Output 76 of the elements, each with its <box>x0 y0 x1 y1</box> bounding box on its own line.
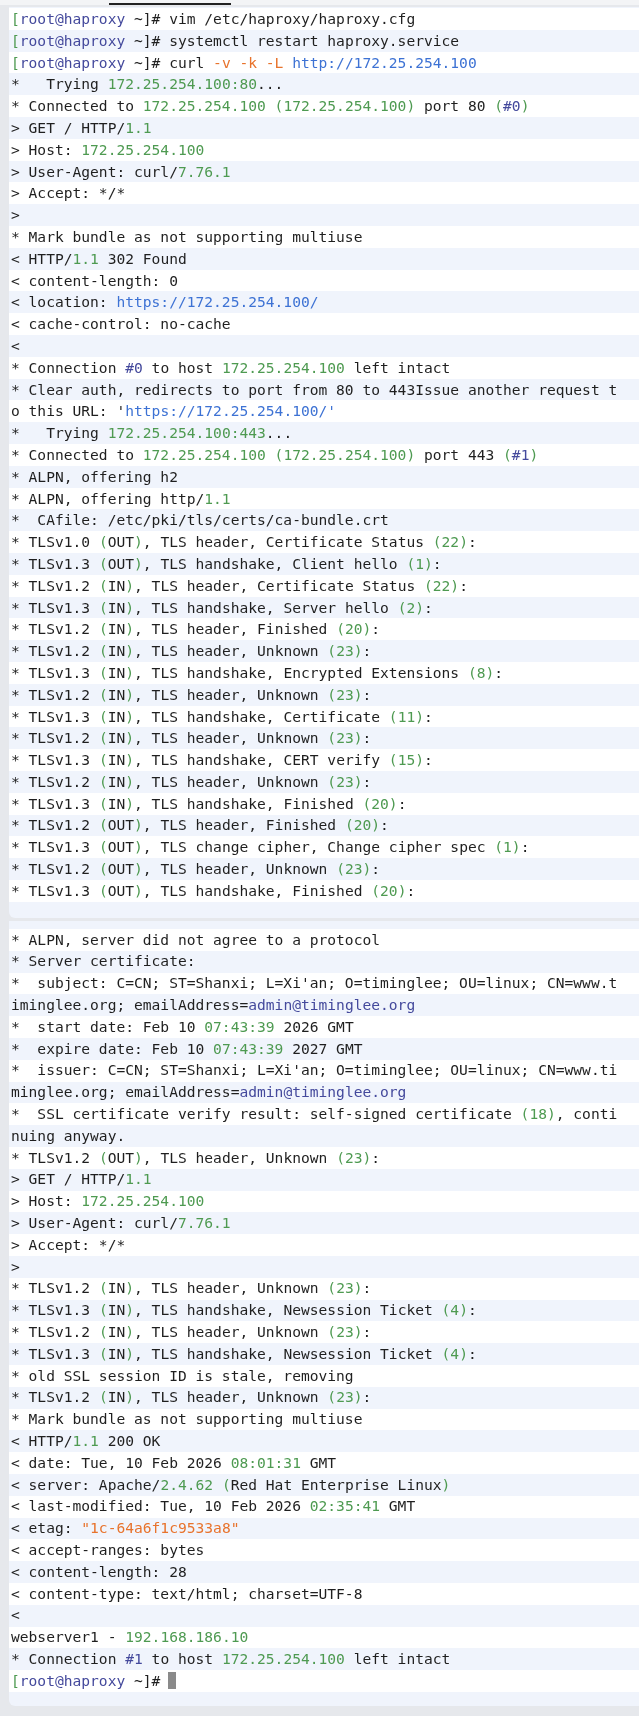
terminal-line: * expire date: Feb 10 07:43:39 2027 GMT <box>11 1038 363 1059</box>
terminal-line: [root@haproxy ~]# systemctl restart haproxy.service <box>11 30 460 51</box>
terminal-line: < HTTP/1.1 302 Found <box>11 248 187 269</box>
terminal-line: * Trying 172.25.254.100:443... <box>11 423 293 444</box>
terminal-line: * subject: C=CN; ST=Shanxi; L=Xi'an; O=timinglee; OU=linux; CN=www.t <box>11 973 618 994</box>
terminal-line: < location: https://172.25.254.100/ <box>11 292 319 313</box>
terminal-line: [root@haproxy ~]# curl -v -k -L http://172.25.254.100 <box>11 52 477 73</box>
terminal-line: < content-length: 0 <box>11 270 178 291</box>
terminal-line: < last-modified: Tue, 10 Feb 2026 02:35:41 GMT <box>11 1496 416 1517</box>
terminal-line: * Clear auth, redirects to port from 80 to 443Issue another request t <box>11 379 618 400</box>
terminal-line: * Connected to 172.25.254.100 (172.25.254.100) port 80 (#0) <box>11 96 530 117</box>
terminal-line: * TLSv1.2 (OUT), TLS header, Finished (20): <box>11 815 389 836</box>
terminal-line: nuing anyway. <box>11 1125 126 1146</box>
terminal-line: * TLSv1.3 (IN), TLS handshake, Newsession Ticket (4): <box>11 1343 477 1364</box>
terminal-line: > GET / HTTP/1.1 <box>11 118 152 138</box>
terminal-line: iminglee.org; emailAddress=admin@timinglee.org <box>11 995 416 1016</box>
terminal-line: * TLSv1.2 (IN), TLS header, Unknown (23): <box>11 1278 372 1299</box>
terminal-line: * TLSv1.3 (OUT), TLS handshake, Client hello (1): <box>11 553 442 574</box>
terminal-line: < content-length: 28 <box>11 1561 187 1582</box>
terminal-line: * TLSv1.2 (IN), TLS header, Unknown (23): <box>11 641 372 662</box>
terminal-line: > Host: 172.25.254.100 <box>11 139 205 160</box>
terminal-line: * TLSv1.2 (IN), TLS header, Unknown (23): <box>11 684 372 705</box>
terminal-line: [root@haproxy ~]# <box>11 1670 161 1691</box>
terminal-line: > <box>11 1256 20 1277</box>
terminal-line: [root@haproxy ~]# vim /etc/haproxy/haproxy.cfg <box>11 9 416 29</box>
terminal-line: < content-type: text/html; charset=UTF-8 <box>11 1583 363 1604</box>
terminal-line: * TLSv1.2 (IN), TLS header, Unknown (23): <box>11 771 372 792</box>
terminal-line: * old SSL session ID is stale, removing <box>11 1365 354 1386</box>
terminal-line: < <box>11 1605 20 1626</box>
terminal-line: * TLSv1.2 (IN), TLS header, Unknown (23): <box>11 1322 372 1342</box>
terminal-line: * SSL certificate verify result: self-signed certificate (18), conti <box>11 1104 618 1125</box>
terminal-line: * TLSv1.2 (OUT), TLS header, Unknown (23): <box>11 1147 381 1168</box>
terminal-line: o this URL: 'https://172.25.254.100/' <box>11 401 337 422</box>
terminal-line: * TLSv1.2 (IN), TLS header, Unknown (23): <box>11 1387 372 1408</box>
terminal-line: * ALPN, server did not agree to a protocol <box>11 929 381 950</box>
terminal-line: > Accept: */* <box>11 1234 126 1255</box>
terminal-line: * TLSv1.2 (IN), TLS header, Unknown (23): <box>11 728 372 749</box>
terminal-line: * ALPN, offering h2 <box>11 466 178 487</box>
terminal-line: < date: Tue, 10 Feb 2026 08:01:31 GMT <box>11 1452 337 1473</box>
terminal-line: > User-Agent: curl/7.76.1 <box>11 1213 231 1234</box>
terminal-line: * TLSv1.2 (IN), TLS header, Certificate Status (22): <box>11 575 468 596</box>
terminal-line: > User-Agent: curl/7.76.1 <box>11 161 231 182</box>
terminal-line: * TLSv1.2 (IN), TLS header, Finished (20): <box>11 619 381 640</box>
terminal-line: * TLSv1.3 (IN), TLS handshake, Newsession Ticket (4): <box>11 1300 477 1321</box>
terminal-line: * Mark bundle as not supporting multiuse <box>11 1409 363 1430</box>
terminal-line: * TLSv1.3 (OUT), TLS change cipher, Change cipher spec (1): <box>11 837 530 858</box>
terminal-line: * Connection #1 to host 172.25.254.100 left intact <box>11 1648 451 1669</box>
terminal-line: > GET / HTTP/1.1 <box>11 1169 152 1190</box>
terminal-line: minglee.org; emailAddress=admin@timinglee.org <box>11 1082 407 1103</box>
terminal-line: < HTTP/1.1 200 OK <box>11 1431 161 1451</box>
terminal-line: > Accept: */* <box>11 183 126 204</box>
terminal-line: * start date: Feb 10 07:43:39 2026 GMT <box>11 1016 354 1037</box>
terminal-line: < accept-ranges: bytes <box>11 1540 205 1560</box>
terminal-line: * Server certificate: <box>11 951 196 972</box>
terminal-line: < <box>11 335 20 356</box>
terminal-line: * Connected to 172.25.254.100 (172.25.254.100) port 443 (#1) <box>11 444 539 465</box>
terminal-line: * Mark bundle as not supporting multiuse <box>11 226 363 247</box>
terminal-line: * TLSv1.3 (IN), TLS handshake, CERT verify (15): <box>11 750 433 771</box>
terminal-line: * CAfile: /etc/pki/tls/certs/ca-bundle.crt <box>11 510 389 531</box>
terminal-line: * TLSv1.3 (IN), TLS handshake, Finished (20): <box>11 793 407 814</box>
terminal-line: * ALPN, offering http/1.1 <box>11 488 231 509</box>
terminal-line: * TLSv1.0 (OUT), TLS header, Certificate Status (22): <box>11 532 477 553</box>
terminal-line: * TLSv1.3 (OUT), TLS handshake, Finished (20): <box>11 880 416 901</box>
terminal-line: < server: Apache/2.4.62 (Red Hat Enterprise Linux) <box>11 1474 451 1495</box>
terminal-line: * TLSv1.3 (IN), TLS handshake, Encrypted Extensions (8): <box>11 662 504 683</box>
terminal-line: < etag: "1c-64a6f1c9533a8" <box>11 1518 240 1539</box>
terminal-line: * TLSv1.3 (IN), TLS handshake, Certificate (11): <box>11 706 433 727</box>
terminal-line: > <box>11 205 20 226</box>
terminal-line: * issuer: C=CN; ST=Shanxi; L=Xi'an; O=timinglee; OU=linux; CN=www.ti <box>11 1060 618 1081</box>
terminal-line: < cache-control: no-cache <box>11 314 231 335</box>
terminal-line: * Trying 172.25.254.100:80... <box>11 74 284 95</box>
terminal-line: webserver1 - 192.168.186.10 <box>11 1627 249 1648</box>
terminal-line: * Connection #0 to host 172.25.254.100 left intact <box>11 357 451 378</box>
terminal-line: > Host: 172.25.254.100 <box>11 1191 205 1212</box>
terminal-line: * TLSv1.3 (IN), TLS handshake, Server hello (2): <box>11 597 433 618</box>
terminal-line: * TLSv1.2 (OUT), TLS header, Unknown (23): <box>11 859 381 880</box>
